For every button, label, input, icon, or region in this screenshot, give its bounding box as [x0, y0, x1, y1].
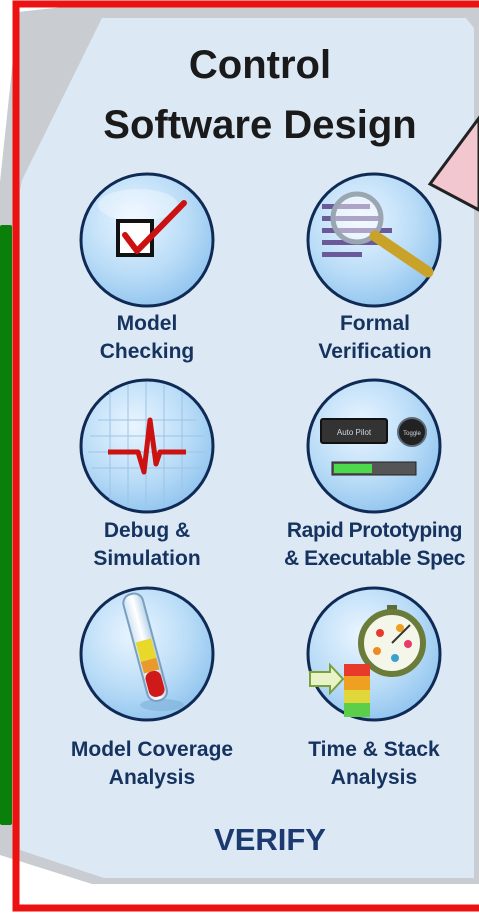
- auto-pilot-label: Auto Pilot: [337, 428, 372, 437]
- title-line-1: Control: [188, 43, 332, 87]
- title-line-2: Software Design: [103, 103, 417, 147]
- control-panel-icon: Auto Pilot Toggle: [306, 378, 442, 514]
- model-checking-label: Model Checking: [99, 312, 195, 363]
- debug-simulation-label: Debug & Simulation: [93, 519, 201, 570]
- magnifier-icon: [306, 172, 442, 308]
- model-coverage-label: Model Coverage Analysis: [70, 738, 234, 789]
- rapid-prototyping-label: Rapid Prototyping & Executable Spec: [283, 519, 466, 570]
- formal-verification-label: Formal Verification: [318, 312, 432, 363]
- toggle-label: Toggle: [403, 431, 421, 437]
- time-stack-label: Time & Stack Analysis: [308, 738, 440, 789]
- green-side-bar: [0, 225, 12, 825]
- diagram-canvas: Auto Pilot Toggle Control Software Desig…: [0, 0, 479, 913]
- verify-label: VERIFY: [214, 822, 326, 857]
- stopwatch-icon: [306, 586, 442, 722]
- test-tube-icon: [79, 586, 215, 722]
- checkbox-icon: [79, 172, 215, 308]
- heartbeat-icon: [79, 378, 215, 514]
